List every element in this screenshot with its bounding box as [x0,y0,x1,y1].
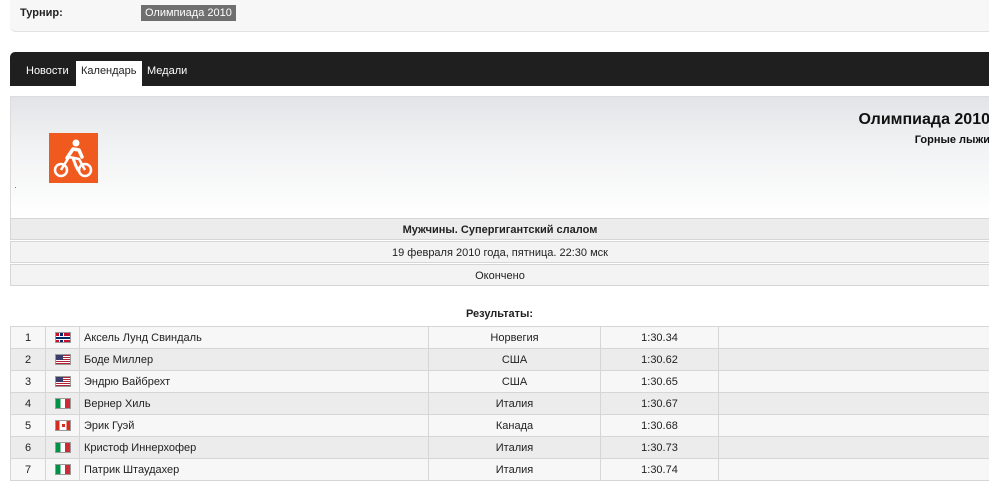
result-flag-cell [46,371,80,393]
italy-flag-icon [55,398,71,409]
table-row: 2 Боде МиллерСША1:30.62 [11,349,989,371]
usa-flag-icon [55,376,71,387]
result-time: 1:30.73 [601,437,719,459]
result-position: 2 [11,349,46,371]
result-country: Норвегия [429,327,601,349]
result-flag-cell [46,459,80,481]
table-row: 7 Патрик ШтаудахерИталия1:30.74 [11,459,989,481]
tournament-label: Турнир: [20,7,63,19]
result-country: США [429,349,601,371]
tab-news[interactable]: Новости [26,61,69,86]
italy-flag-icon [55,442,71,453]
result-extra [719,349,989,371]
result-extra [719,371,989,393]
result-flag-cell [46,349,80,371]
result-athlete[interactable]: Аксель Лунд Свиндаль [80,327,429,349]
result-country: Италия [429,437,601,459]
result-extra [719,415,989,437]
tournament-bar: Турнир: Олимпиада 2010 [10,0,989,32]
result-extra [719,437,989,459]
event-title: Олимпиада 2010 [858,111,989,129]
table-row: 3 Эндрю ВайбрехтСША1:30.65 [11,371,989,393]
tab-calendar[interactable]: Календарь [76,61,142,86]
result-time: 1:30.65 [601,371,719,393]
result-position: 3 [11,371,46,393]
result-flag-cell [46,415,80,437]
result-extra [719,393,989,415]
result-country: США [429,371,601,393]
tournament-select[interactable]: Олимпиада 2010 [141,5,236,21]
norway-flag-icon [55,332,71,343]
results-table: 1 Аксель Лунд СвиндальНорвегия1:30.34 2 Бод… [10,326,989,481]
result-athlete[interactable]: Кристоф Иннерхофер [80,437,429,459]
result-athlete[interactable]: Патрик Штаудахер [80,459,429,481]
result-position: 6 [11,437,46,459]
result-extra [719,459,989,481]
result-athlete[interactable]: Эндрю Вайбрехт [80,371,429,393]
result-athlete[interactable]: Эрик Гуэй [80,415,429,437]
event-sport: Горные лыжи [915,134,989,146]
decor-dot [15,187,16,188]
table-row: 5 Эрик ГуэйКанада1:30.68 [11,415,989,437]
result-flag-cell [46,393,80,415]
result-position: 7 [11,459,46,481]
result-time: 1:30.34 [601,327,719,349]
datetime-row: 19 февраля 2010 года, пятница. 22:30 мск [10,241,989,263]
result-position: 4 [11,393,46,415]
result-time: 1:30.68 [601,415,719,437]
italy-flag-icon [55,464,71,475]
tab-medals[interactable]: Медали [147,61,187,86]
result-time: 1:30.62 [601,349,719,371]
result-country: Канада [429,415,601,437]
result-country: Италия [429,393,601,415]
main-nav: Новости Календарь Медали [10,52,989,86]
canada-flag-icon [55,420,71,431]
result-position: 5 [11,415,46,437]
event-header: Олимпиада 2010 Горные лыжи [10,96,989,218]
status-row: Окончено [10,264,989,286]
table-row: 6 Кристоф ИннерхоферИталия1:30.73 [11,437,989,459]
result-time: 1:30.67 [601,393,719,415]
discipline-row: Мужчины. Супергигантский слалом [10,218,989,240]
results-title: Результаты: [10,308,989,320]
result-country: Италия [429,459,601,481]
table-row: 4 Вернер ХильИталия1:30.67 [11,393,989,415]
result-flag-cell [46,437,80,459]
result-time: 1:30.74 [601,459,719,481]
result-extra [719,327,989,349]
result-position: 1 [11,327,46,349]
result-flag-cell [46,327,80,349]
result-athlete[interactable]: Вернер Хиль [80,393,429,415]
table-row: 1 Аксель Лунд СвиндальНорвегия1:30.34 [11,327,989,349]
usa-flag-icon [55,354,71,365]
cycling-pictogram-icon [49,133,98,183]
result-athlete[interactable]: Боде Миллер [80,349,429,371]
